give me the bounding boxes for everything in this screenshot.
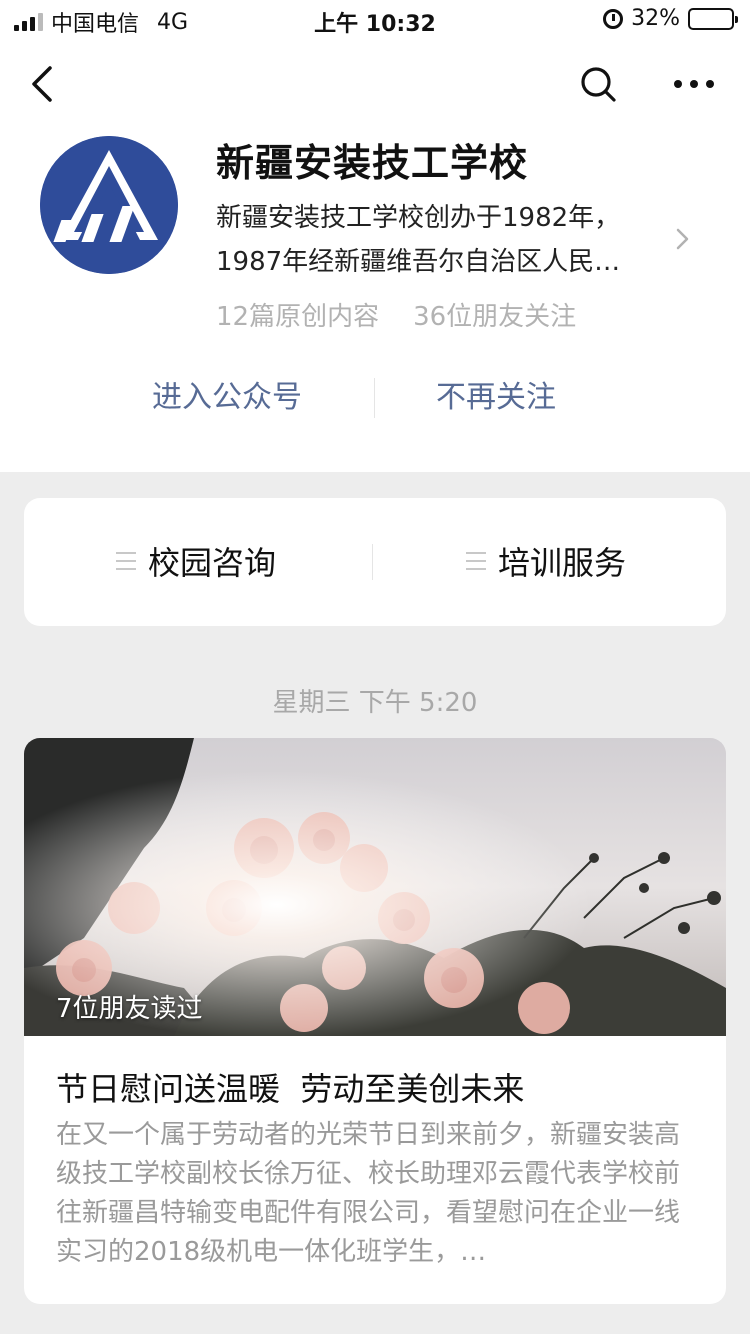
menu-lines-icon <box>116 552 136 570</box>
school-logo-icon <box>40 136 178 274</box>
account-description[interactable]: 新疆安装技工学校创办于1982年，1987年经新疆维吾尔自治区人民… <box>216 196 656 284</box>
alarm-icon <box>603 8 624 29</box>
followers-count: 36位朋友关注 <box>413 302 577 332</box>
article-cover-image: 7位朋友读过 <box>24 738 726 1036</box>
battery-icon <box>688 7 738 30</box>
account-menu: 校园咨询 培训服务 <box>24 498 726 626</box>
menu-lines-icon <box>466 552 486 570</box>
more-button[interactable] <box>664 58 720 110</box>
enter-account-button[interactable]: 进入公众号 <box>152 372 302 416</box>
more-icon <box>674 80 714 88</box>
search-icon <box>581 67 616 102</box>
article-title[interactable]: 节日慰问送温暖 劳动至美创未来 <box>56 1064 696 1110</box>
account-name: 新疆安装技工学校 <box>216 141 529 185</box>
feed-date: 星期三 下午 5:20 <box>272 688 478 718</box>
menu-item-training-service[interactable]: 培训服务 <box>466 538 626 584</box>
account-avatar <box>40 136 178 274</box>
account-stats: 12篇原创内容 36位朋友关注 <box>216 296 576 333</box>
chevron-left-icon <box>32 66 52 102</box>
menu-item-campus-consult[interactable]: 校园咨询 <box>116 538 276 584</box>
article-card[interactable]: 7位朋友读过 节日慰问送温暖 劳动至美创未来 在又一个属于劳动者的光荣节日到来前… <box>24 738 726 1304</box>
status-right: 32% <box>603 6 738 31</box>
original-count: 12篇原创内容 <box>216 302 380 332</box>
friends-read-badge: 7位朋友读过 <box>56 994 203 1024</box>
search-button[interactable] <box>572 58 624 110</box>
menu-item-label: 校园咨询 <box>148 544 277 582</box>
back-button[interactable] <box>22 58 72 108</box>
status-bar: 中国电信 4G 上午 10:32 32% <box>0 0 750 40</box>
article-summary: 在又一个属于劳动者的光荣节日到来前夕，新疆安装高级技工学校副校长徐万征、校长助理… <box>56 1120 681 1267</box>
action-divider <box>374 378 375 418</box>
chevron-right-icon[interactable] <box>670 224 694 254</box>
menu-divider <box>372 544 373 580</box>
unfollow-button[interactable]: 不再关注 <box>436 372 556 416</box>
account-actions: 进入公众号 不再关注 <box>0 372 750 424</box>
battery-percent: 32% <box>631 6 680 31</box>
menu-item-label: 培训服务 <box>498 544 627 582</box>
